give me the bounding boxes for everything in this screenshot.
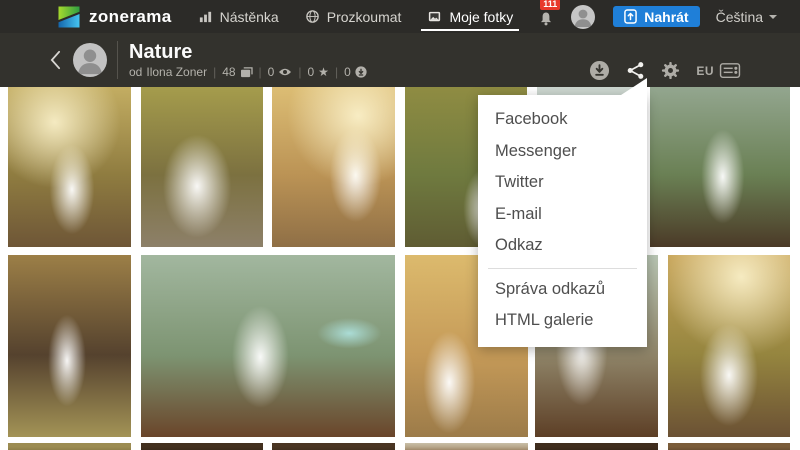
download-icon xyxy=(589,60,610,81)
upload-icon xyxy=(624,9,637,24)
share-link-item[interactable]: Odkaz xyxy=(478,230,647,262)
photo-count-stat: 48 xyxy=(222,65,252,79)
album-settings-button[interactable] xyxy=(661,61,680,80)
gear-icon xyxy=(661,61,680,80)
nav-explore[interactable]: Prozkoumat xyxy=(305,0,402,33)
owner-prefix: od xyxy=(129,65,142,79)
photo-thumbnail[interactable] xyxy=(272,443,395,450)
stats-separator: | xyxy=(298,65,301,79)
album-actions: EU xyxy=(589,60,741,81)
person-icon xyxy=(571,5,595,29)
view-count: 0 xyxy=(268,65,275,79)
stats-separator: | xyxy=(259,65,262,79)
person-icon xyxy=(73,43,107,77)
photo-thumbnail[interactable] xyxy=(8,87,131,247)
share-email-item[interactable]: E-mail xyxy=(478,199,647,231)
nav-dashboard-label: Nástěnka xyxy=(220,9,279,25)
nav-my-photos[interactable]: Moje fotky xyxy=(427,0,513,33)
globe-icon xyxy=(305,9,320,24)
photo-thumbnail[interactable] xyxy=(668,443,790,450)
photo-thumbnail[interactable] xyxy=(650,87,790,247)
album-title: Nature xyxy=(129,41,367,63)
notifications-button[interactable]: 111 xyxy=(537,7,555,27)
share-facebook-item[interactable]: Facebook xyxy=(478,104,647,136)
photo-thumbnail[interactable] xyxy=(141,87,263,247)
owner-byline: od Ilona Zoner xyxy=(129,65,207,79)
language-selector[interactable]: Čeština xyxy=(716,9,777,25)
nav-my-photos-label: Moje fotky xyxy=(449,9,513,25)
download-count: 0 xyxy=(344,65,351,79)
eye-icon xyxy=(278,67,292,77)
language-label: Čeština xyxy=(716,9,763,25)
photo-thumbnail[interactable] xyxy=(141,255,395,437)
star-icon: ★ xyxy=(318,66,329,78)
stats-separator: | xyxy=(213,65,216,79)
menu-caret-icon xyxy=(621,78,647,95)
z-mark-icon xyxy=(57,5,81,29)
album-stats: od Ilona Zoner | 48 | 0 xyxy=(129,65,367,79)
share-menu: Facebook Messenger Twitter E-mail Odkaz … xyxy=(478,95,647,347)
photo-thumbnail[interactable] xyxy=(8,443,131,450)
bell-icon xyxy=(538,11,554,27)
upload-button-label: Nahrát xyxy=(644,9,688,25)
chart-icon xyxy=(198,9,213,24)
photo-thumbnail[interactable] xyxy=(272,87,395,247)
owner-name[interactable]: Ilona Zoner xyxy=(146,65,207,79)
top-navigation-bar: zonerama Nástěnka Prozkoumat xyxy=(0,0,800,33)
upload-button[interactable]: Nahrát xyxy=(613,6,699,27)
download-album-button[interactable] xyxy=(589,60,610,81)
region-label: EU xyxy=(696,64,714,78)
photos-icon xyxy=(427,9,442,24)
album-title-block: Nature od Ilona Zoner | 48 | 0 xyxy=(129,41,367,79)
notification-badge: 111 xyxy=(540,0,560,10)
favorite-count-stat: 0 ★ xyxy=(307,65,328,79)
photo-count-icon xyxy=(240,67,253,78)
photo-count: 48 xyxy=(222,65,235,79)
html-gallery-item[interactable]: HTML galerie xyxy=(478,305,647,337)
photo-thumbnail[interactable] xyxy=(668,255,790,437)
share-twitter-item[interactable]: Twitter xyxy=(478,167,647,199)
zonerama-app: zonerama Nástěnka Prozkoumat xyxy=(0,0,800,450)
nav-dashboard[interactable]: Nástěnka xyxy=(198,0,279,33)
main-navigation: Nástěnka Prozkoumat Moje fotky xyxy=(172,0,778,33)
menu-divider xyxy=(488,268,637,269)
header-divider xyxy=(117,41,118,79)
album-owner-avatar[interactable] xyxy=(73,43,107,77)
favorite-count: 0 xyxy=(307,65,314,79)
download-count-icon xyxy=(355,66,367,78)
slideshow-icon xyxy=(719,62,741,80)
back-button[interactable] xyxy=(50,50,64,70)
slideshow-button[interactable] xyxy=(719,62,741,80)
photo-thumbnail[interactable] xyxy=(535,443,658,450)
user-avatar[interactable] xyxy=(571,5,595,29)
chevron-left-icon xyxy=(50,50,61,70)
chevron-down-icon xyxy=(769,15,777,19)
share-messenger-item[interactable]: Messenger xyxy=(478,136,647,168)
photo-thumbnail[interactable] xyxy=(405,443,528,450)
links-management-item[interactable]: Správa odkazů xyxy=(478,274,647,306)
photo-thumbnail[interactable] xyxy=(8,255,131,437)
album-header: Nature od Ilona Zoner | 48 | 0 xyxy=(0,33,800,87)
nav-explore-label: Prozkoumat xyxy=(327,9,402,25)
region-group: EU xyxy=(696,62,741,80)
photo-thumbnail[interactable] xyxy=(141,443,263,450)
stats-separator: | xyxy=(335,65,338,79)
view-count-stat: 0 xyxy=(268,65,293,79)
zonerama-logo[interactable]: zonerama xyxy=(57,5,172,29)
brand-wordmark: zonerama xyxy=(89,7,172,27)
download-count-stat: 0 xyxy=(344,65,367,79)
